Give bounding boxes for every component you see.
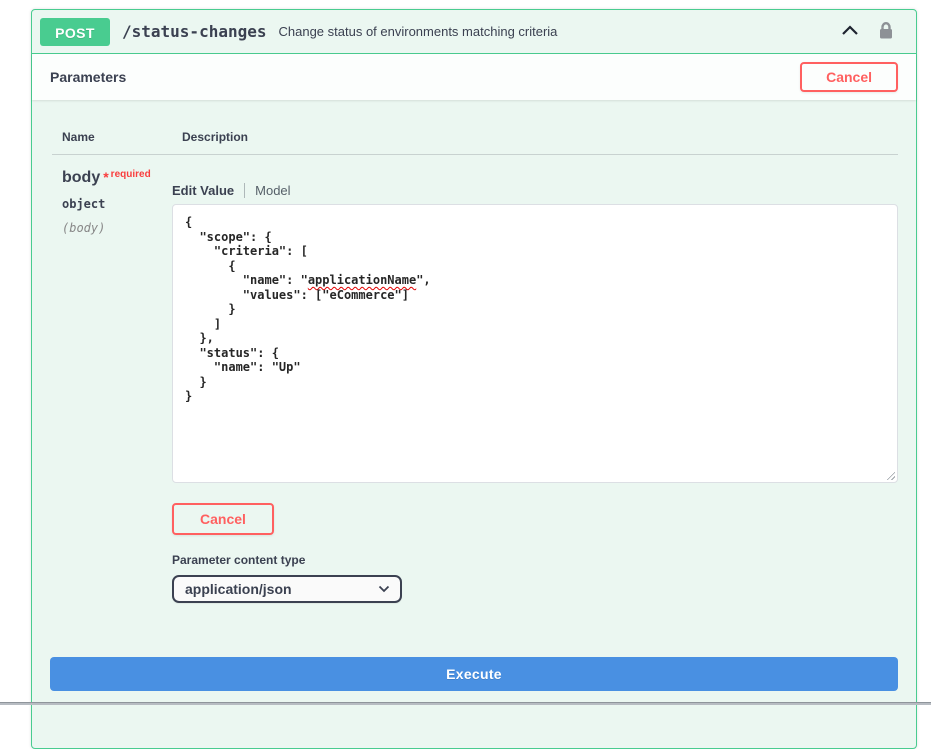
- parameters-table: Name Description body*required object (b…: [32, 100, 916, 623]
- cancel-try-out-button[interactable]: Cancel: [800, 62, 898, 92]
- parameter-name: body: [62, 169, 100, 186]
- parameter-description-cell: Edit Value Model { "scope": { "criteria"…: [172, 169, 898, 603]
- page: { "endpoint": { "method": "POST", "path"…: [0, 0, 931, 705]
- content-type-label: Parameter content type: [172, 553, 898, 567]
- body-editor-tabs: Edit Value Model: [172, 183, 898, 198]
- collapse-button[interactable]: [840, 22, 860, 41]
- body-editor-textarea[interactable]: { "scope": { "criteria": [ { "name": "ap…: [172, 204, 898, 483]
- cancel-edit-button[interactable]: Cancel: [172, 503, 274, 535]
- tab-edit-value[interactable]: Edit Value: [172, 183, 234, 198]
- parameter-in: (body): [62, 221, 172, 235]
- required-star: *: [103, 169, 108, 185]
- parameter-name-cell: body*required object (body): [52, 169, 172, 603]
- body-editor-text: { "scope": { "criteria": [ { "name": "ap…: [185, 215, 885, 404]
- resize-handle-icon[interactable]: [884, 469, 895, 480]
- body-parameter-row: body*required object (body) Edit Value M…: [52, 155, 898, 603]
- content-type-select[interactable]: application/json: [172, 575, 402, 603]
- chevron-down-icon: [378, 580, 390, 598]
- required-label: required: [111, 169, 151, 180]
- operation-block-post: POST /status-changes Change status of en…: [31, 9, 917, 749]
- chevron-up-icon: [840, 22, 860, 41]
- parameters-section-header: Parameters Cancel: [32, 54, 916, 100]
- endpoint-path: /status-changes: [122, 22, 267, 41]
- parameters-table-header: Name Description: [52, 130, 898, 155]
- endpoint-summary: Change status of environments matching c…: [279, 24, 841, 39]
- tab-separator: [244, 183, 245, 198]
- content-type-selected: application/json: [185, 581, 292, 597]
- execute-button[interactable]: Execute: [50, 657, 898, 691]
- description-column-header: Description: [182, 130, 898, 144]
- tab-model[interactable]: Model: [255, 183, 290, 198]
- execute-wrapper: Execute: [32, 623, 916, 711]
- parameters-title: Parameters: [50, 69, 126, 85]
- method-badge[interactable]: POST: [40, 18, 110, 46]
- summary-controls: [840, 19, 908, 44]
- authorization-button[interactable]: [876, 19, 896, 44]
- unlock-icon: [876, 19, 896, 44]
- name-column-header: Name: [62, 130, 182, 144]
- parameter-type: object: [62, 197, 172, 211]
- operation-summary[interactable]: POST /status-changes Change status of en…: [32, 10, 916, 54]
